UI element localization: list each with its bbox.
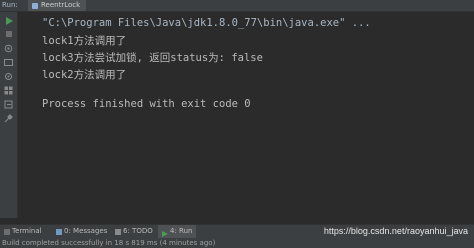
console-line: lock2方法调用了 [42, 69, 127, 81]
tab-label: 4: Run [170, 227, 193, 235]
run-toolbar [0, 12, 18, 218]
console-line: lock3方法尝试加锁, 返回status为: false [42, 52, 263, 64]
messages-icon [56, 228, 62, 235]
rerun-icon[interactable] [3, 16, 14, 26]
console-line: lock1方法调用了 [42, 35, 127, 47]
run-icon [162, 229, 168, 237]
exit-icon[interactable] [3, 99, 14, 109]
status-message: Build completed successfully in 18 s 819… [2, 239, 216, 247]
terminal-icon [4, 228, 10, 235]
dump-threads-icon[interactable] [3, 57, 14, 67]
status-bar: Build completed successfully in 18 s 819… [0, 238, 474, 248]
run-label: Run: [2, 1, 18, 9]
layout-icon[interactable] [3, 85, 14, 95]
watermark: https://blog.csdn.net/raoyanhui_java [323, 226, 468, 236]
stop-icon[interactable] [3, 29, 14, 39]
java-class-icon [32, 2, 38, 9]
run-config-tab-label: ReentrLock [41, 1, 81, 9]
todo-icon [115, 228, 121, 235]
tab-todo[interactable]: 6: TODO [115, 225, 153, 238]
settings-icon[interactable] [3, 71, 14, 81]
console-line: "C:\Program Files\Java\jdk1.8.0_77\bin\j… [42, 17, 371, 29]
tab-label: 6: TODO [123, 227, 153, 235]
console-output[interactable]: "C:\Program Files\Java\jdk1.8.0_77\bin\j… [18, 12, 474, 218]
pin-icon[interactable] [3, 113, 14, 123]
console-line: Process finished with exit code 0 [42, 98, 251, 110]
run-panel-header: Run: ReentrLock [0, 0, 474, 12]
tab-terminal[interactable]: Terminal [4, 225, 42, 238]
tab-run[interactable]: 4: Run [158, 225, 197, 238]
tab-label: 0: Messages [64, 227, 108, 235]
restore-layout-icon[interactable] [3, 43, 14, 53]
tab-messages[interactable]: 0: Messages [56, 225, 107, 238]
tab-label: Terminal [12, 227, 42, 235]
run-config-tab[interactable]: ReentrLock [28, 0, 87, 11]
